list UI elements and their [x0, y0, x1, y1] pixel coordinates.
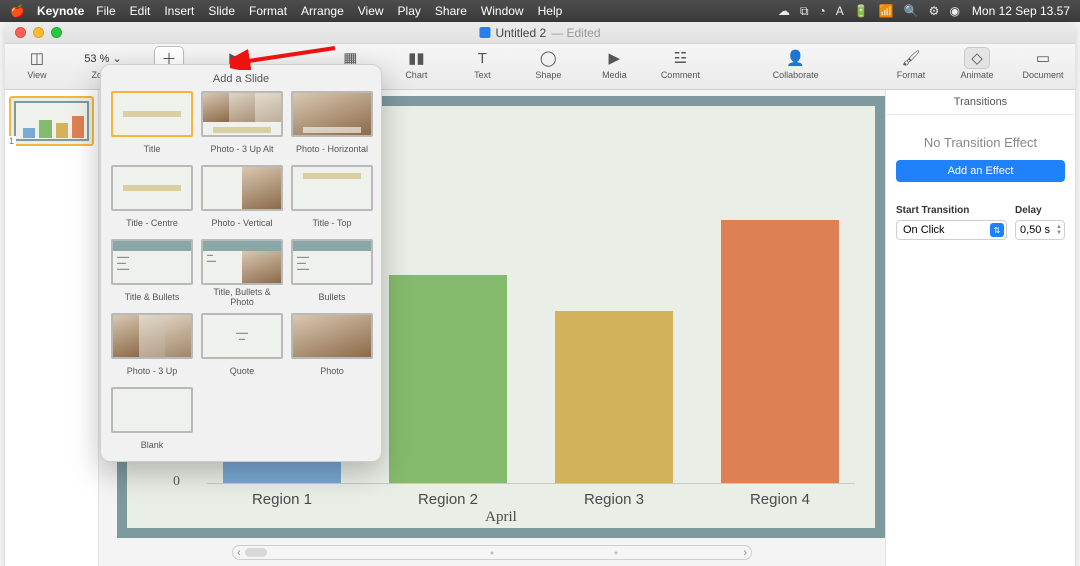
toolbar-comment-button[interactable]: ☳Comment	[656, 48, 704, 80]
document-edited-label: — Edited	[551, 26, 600, 40]
text-icon: T	[478, 50, 487, 67]
template-title-bullets[interactable]: ━━━━━━━━━━━	[111, 239, 193, 285]
status-screenshare-icon[interactable]: ⧉	[800, 4, 809, 19]
horizontal-scrollbar[interactable]: ‹ ›	[232, 545, 752, 560]
add-effect-button[interactable]: Add an Effect	[896, 160, 1065, 182]
apple-menu-icon[interactable]: 🍎	[10, 4, 25, 18]
document-title[interactable]: Untitled 2	[495, 26, 546, 40]
status-wifi-icon[interactable]: 📶	[879, 4, 894, 18]
template-photo-vertical[interactable]	[201, 165, 283, 211]
category-label-1: Region 1	[223, 491, 341, 508]
template-quote[interactable]: ━━━━━━	[201, 313, 283, 359]
category-label-2: Region 2	[389, 491, 507, 508]
delay-stepper[interactable]: 0,50 s ▲▼	[1015, 220, 1065, 240]
category-label-3: Region 3	[555, 491, 673, 508]
toolbar-media-button[interactable]: ▶︎Media	[590, 48, 638, 80]
template-photo[interactable]	[291, 313, 373, 359]
menu-share[interactable]: Share	[435, 4, 467, 18]
bar-region-2[interactable]	[389, 275, 507, 483]
animate-icon: ◇	[964, 47, 990, 69]
toolbar-text-button[interactable]: TText	[458, 48, 506, 80]
status-icloud-icon[interactable]: ☁︎	[778, 4, 790, 18]
y-tick-0: 0	[173, 474, 180, 490]
window-titlebar: Untitled 2 — Edited	[5, 22, 1075, 44]
start-transition-value: On Click	[903, 224, 945, 236]
template-photo-horizontal[interactable]	[291, 91, 373, 137]
comment-icon: ☳	[674, 49, 687, 67]
scroll-marker	[614, 551, 617, 554]
menu-format[interactable]: Format	[249, 4, 287, 18]
template-photo-3up[interactable]	[111, 313, 193, 359]
menu-insert[interactable]: Insert	[164, 4, 194, 18]
sidebar-icon: ◫	[30, 49, 44, 67]
delay-value: 0,50 s	[1020, 224, 1050, 236]
status-clock-icon[interactable]: ◔	[819, 4, 826, 18]
stepper-arrows-icon[interactable]: ▲▼	[1056, 224, 1062, 236]
toolbar-collaborate-button[interactable]: 👤Collaborate	[772, 48, 820, 80]
toolbar-animate-button[interactable]: ◇Animate	[953, 48, 1001, 80]
toolbar-view-button[interactable]: ◫View	[13, 48, 61, 80]
toolbar-shape-button[interactable]: ◯Shape	[524, 48, 572, 80]
add-slide-popover: Add a Slide Title Photo - 3 Up Alt Photo…	[100, 64, 382, 462]
template-bullets[interactable]: ━━━━━━━━━━━	[291, 239, 373, 285]
scroll-thumb[interactable]	[245, 548, 267, 557]
menubar-clock[interactable]: Mon 12 Sep 13.57	[972, 4, 1070, 18]
menu-edit[interactable]: Edit	[130, 4, 151, 18]
slide-thumbnail-1[interactable]	[9, 96, 94, 146]
status-controlcenter-icon[interactable]: ⚙︎	[929, 4, 940, 18]
slide-number: 1	[7, 136, 16, 146]
menu-play[interactable]: Play	[398, 4, 421, 18]
status-siri-icon[interactable]: ◉	[949, 4, 959, 18]
scroll-right-icon[interactable]: ›	[743, 547, 747, 559]
bar-region-4[interactable]	[721, 220, 839, 483]
menu-file[interactable]: File	[96, 4, 115, 18]
bar-region-3[interactable]	[555, 311, 673, 483]
status-spotlight-icon[interactable]: 🔍	[904, 4, 919, 18]
transition-status: No Transition Effect	[886, 115, 1075, 160]
zoom-window-button[interactable]	[51, 27, 62, 38]
slide-navigator[interactable]: 1	[5, 90, 99, 566]
format-icon: 🖌	[901, 49, 920, 67]
toolbar-document-button[interactable]: ▭Document	[1019, 48, 1067, 80]
scroll-marker	[491, 551, 494, 554]
inspector-tab-transitions[interactable]: Transitions	[886, 90, 1075, 115]
toolbar-chart-button[interactable]: ▮▮Chart	[392, 48, 440, 80]
zoom-value: 53 % ⌄	[84, 52, 121, 65]
template-blank[interactable]	[111, 387, 193, 433]
macos-menubar: 🍎 Keynote File Edit Insert Slide Format …	[0, 0, 1080, 22]
popover-title: Add a Slide	[101, 65, 381, 91]
close-window-button[interactable]	[15, 27, 26, 38]
scroll-track[interactable]	[245, 548, 740, 557]
media-icon: ▶︎	[609, 49, 621, 67]
template-title-top[interactable]	[291, 165, 373, 211]
template-title-centre[interactable]	[111, 165, 193, 211]
collaborate-icon: 👤	[786, 49, 805, 67]
start-transition-select[interactable]: On Click ⇅	[896, 220, 1007, 240]
menu-arrange[interactable]: Arrange	[301, 4, 344, 18]
toolbar-format-button[interactable]: 🖌Format	[887, 48, 935, 80]
chevron-updown-icon: ⇅	[990, 223, 1004, 237]
status-keyboard-icon[interactable]: A	[836, 4, 844, 18]
inspector-panel: Transitions No Transition Effect Add an …	[885, 90, 1075, 566]
menu-window[interactable]: Window	[481, 4, 524, 18]
category-label-4: Region 4	[721, 491, 839, 508]
menu-help[interactable]: Help	[538, 4, 563, 18]
template-title[interactable]	[111, 91, 193, 137]
status-battery-icon[interactable]: 🔋	[854, 4, 869, 18]
delay-label: Delay	[1015, 205, 1042, 216]
document-icon: ▭	[1036, 49, 1050, 67]
chart-icon: ▮▮	[408, 49, 425, 67]
shape-icon: ◯	[540, 49, 557, 67]
minimize-window-button[interactable]	[33, 27, 44, 38]
menu-view[interactable]: View	[358, 4, 384, 18]
template-title-bullets-photo[interactable]: ━━━━━	[201, 239, 283, 285]
chart-title: April	[127, 509, 875, 526]
scroll-left-icon[interactable]: ‹	[237, 547, 241, 559]
template-photo-3up-alt[interactable]	[201, 91, 283, 137]
start-transition-label: Start Transition	[896, 205, 969, 216]
app-name[interactable]: Keynote	[37, 4, 84, 18]
menu-slide[interactable]: Slide	[208, 4, 235, 18]
document-proxy-icon[interactable]	[479, 27, 490, 38]
